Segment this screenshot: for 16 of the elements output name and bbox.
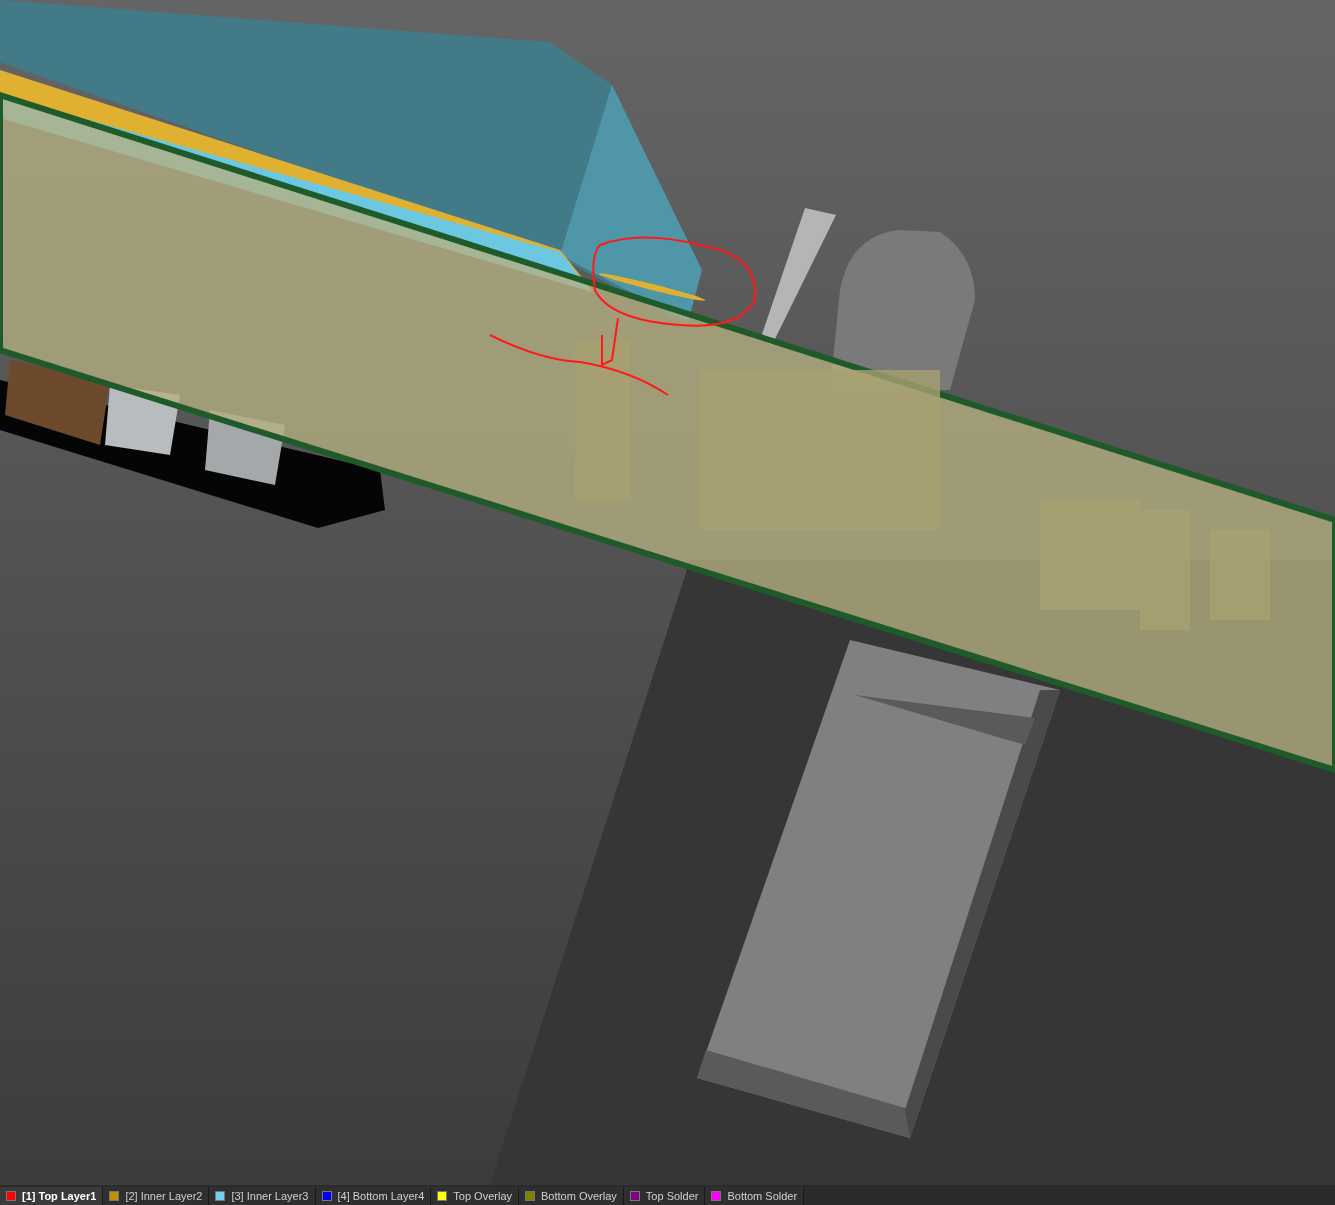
layer-tab[interactable]: Top Overlay xyxy=(431,1187,520,1205)
layer-tab[interactable]: [3] Inner Layer3 xyxy=(209,1187,316,1205)
layer-tab-label: Top Overlay xyxy=(453,1188,513,1204)
layer-tab-label: Bottom Solder xyxy=(727,1188,798,1204)
layer-tab[interactable]: [2] Inner Layer2 xyxy=(103,1187,210,1205)
layer-tab-label: [3] Inner Layer3 xyxy=(231,1188,309,1204)
layer-tab[interactable]: Bottom Solder xyxy=(705,1187,805,1205)
layer-tab-label: [2] Inner Layer2 xyxy=(125,1188,203,1204)
layer-tab[interactable]: Top Solder xyxy=(623,1187,706,1205)
layer-tab-label: [1] Top Layer1 xyxy=(22,1188,97,1204)
layer-tab-label: Top Solder xyxy=(645,1188,699,1204)
layer-tab[interactable]: [1] Top Layer1 xyxy=(0,1187,104,1205)
layer-tab[interactable]: [4] Bottom Layer4 xyxy=(315,1187,432,1205)
layer-tab-label: Bottom Overlay xyxy=(541,1188,617,1204)
layer-tab[interactable]: Bottom Overlay xyxy=(519,1187,624,1205)
layer-tab-label: [4] Bottom Layer4 xyxy=(337,1188,425,1204)
